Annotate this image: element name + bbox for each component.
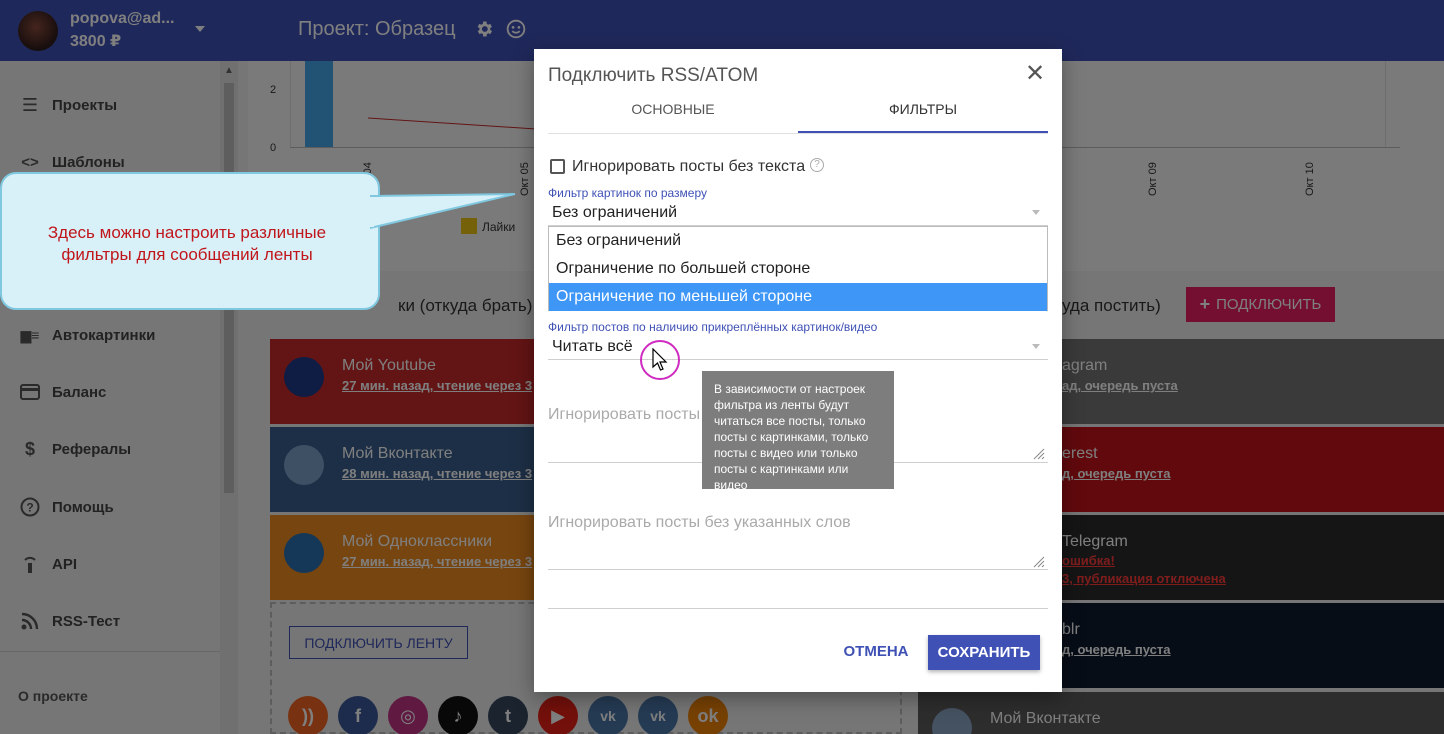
footer-divider [548, 608, 1048, 609]
tab-basic[interactable]: ОСНОВНЫЕ [548, 101, 798, 117]
tabs-divider [548, 133, 1048, 134]
tab-filters[interactable]: ФИЛЬТРЫ [798, 101, 1048, 117]
resize-handle-icon[interactable] [1033, 556, 1045, 568]
attach-filter-label: Фильтр постов по наличию прикреплённых к… [548, 320, 878, 334]
filter-tooltip: В зависимости от настроек фильтра из лен… [702, 371, 894, 492]
hint-callout: Здесь можно настроить различные фильтры … [0, 172, 380, 310]
image-filter-select[interactable]: Без ограничений [552, 204, 677, 222]
callout-pointer [370, 193, 516, 230]
dropdown-option[interactable]: Без ограничений [549, 227, 1047, 255]
image-filter-label: Фильтр картинок по размеру [548, 186, 708, 200]
attach-filter-underline [548, 359, 1048, 360]
cancel-button[interactable]: ОТМЕНА [838, 635, 914, 669]
image-filter-dropdown: Без ограничений Ограничение по большей с… [548, 226, 1048, 311]
attach-filter-select[interactable]: Читать всё [552, 338, 633, 356]
mouse-cursor-icon [652, 348, 668, 371]
help-icon[interactable]: ? [810, 158, 824, 172]
ignore-with-words-textarea[interactable]: Игнорировать посты с [548, 406, 713, 424]
ignore-without-words-textarea[interactable]: Игнорировать посты без указанных слов [548, 514, 851, 532]
hint-callout-text: Здесь можно настроить различные фильтры … [47, 223, 327, 264]
ignore-no-text-checkbox[interactable] [550, 159, 565, 174]
dialog-title: Подключить RSS/ATOM [548, 65, 759, 86]
resize-handle-icon[interactable] [1033, 448, 1045, 460]
chevron-down-icon[interactable] [1032, 344, 1040, 349]
save-button[interactable]: СОХРАНИТЬ [928, 635, 1040, 670]
tab-active-indicator [798, 131, 1048, 133]
textarea-underline [548, 569, 1048, 570]
chevron-down-icon[interactable] [1032, 210, 1040, 215]
dropdown-option-highlighted[interactable]: Ограничение по меньшей стороне [549, 283, 1047, 311]
ignore-no-text-label[interactable]: Игнорировать посты без текста [572, 158, 805, 176]
close-icon[interactable]: ✕ [1024, 62, 1046, 86]
dropdown-option[interactable]: Ограничение по большей стороне [549, 255, 1047, 283]
